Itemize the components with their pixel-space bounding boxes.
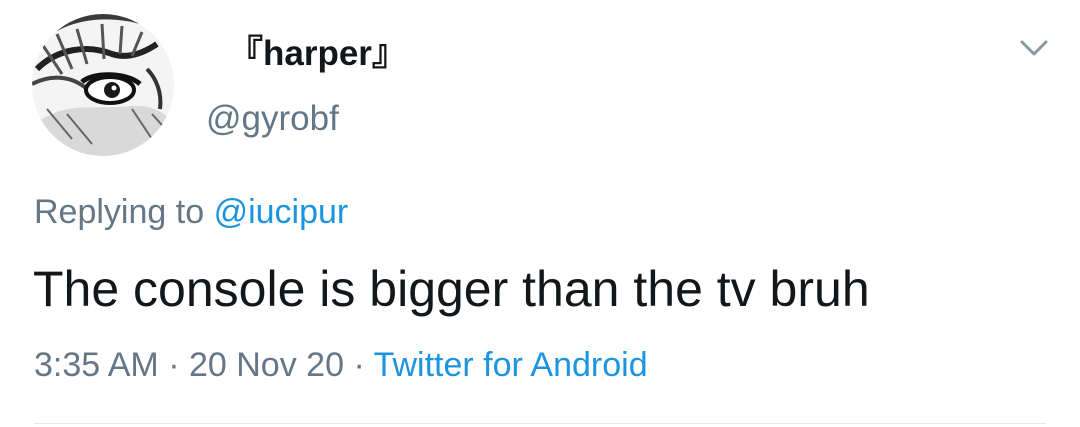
- display-name[interactable]: 『harper』: [228, 34, 407, 74]
- tweet-date[interactable]: 20 Nov 20: [189, 346, 344, 384]
- tweet-source-link[interactable]: Twitter for Android: [374, 346, 648, 384]
- reply-prefix: Replying to: [34, 193, 205, 231]
- avatar-sketch-eye-icon: [32, 14, 174, 156]
- divider: [34, 423, 1046, 424]
- meta-separator: ·: [353, 346, 365, 384]
- chevron-down-icon[interactable]: [1016, 36, 1052, 60]
- tweet-text: The console is bigger than the tv bruh: [33, 261, 870, 317]
- tweet-card: 『harper』 @gyrobf Replying to @iucipur Th…: [0, 0, 1080, 427]
- meta-separator: ·: [168, 346, 180, 384]
- avatar[interactable]: [32, 14, 174, 156]
- reply-context: Replying to @iucipur: [34, 192, 348, 232]
- reply-mention-link[interactable]: @iucipur: [214, 193, 349, 231]
- user-handle[interactable]: @gyrobf: [206, 99, 339, 139]
- tweet-meta: 3:35 AM · 20 Nov 20 · Twitter for Androi…: [34, 345, 648, 385]
- tweet-time[interactable]: 3:35 AM: [34, 346, 159, 384]
